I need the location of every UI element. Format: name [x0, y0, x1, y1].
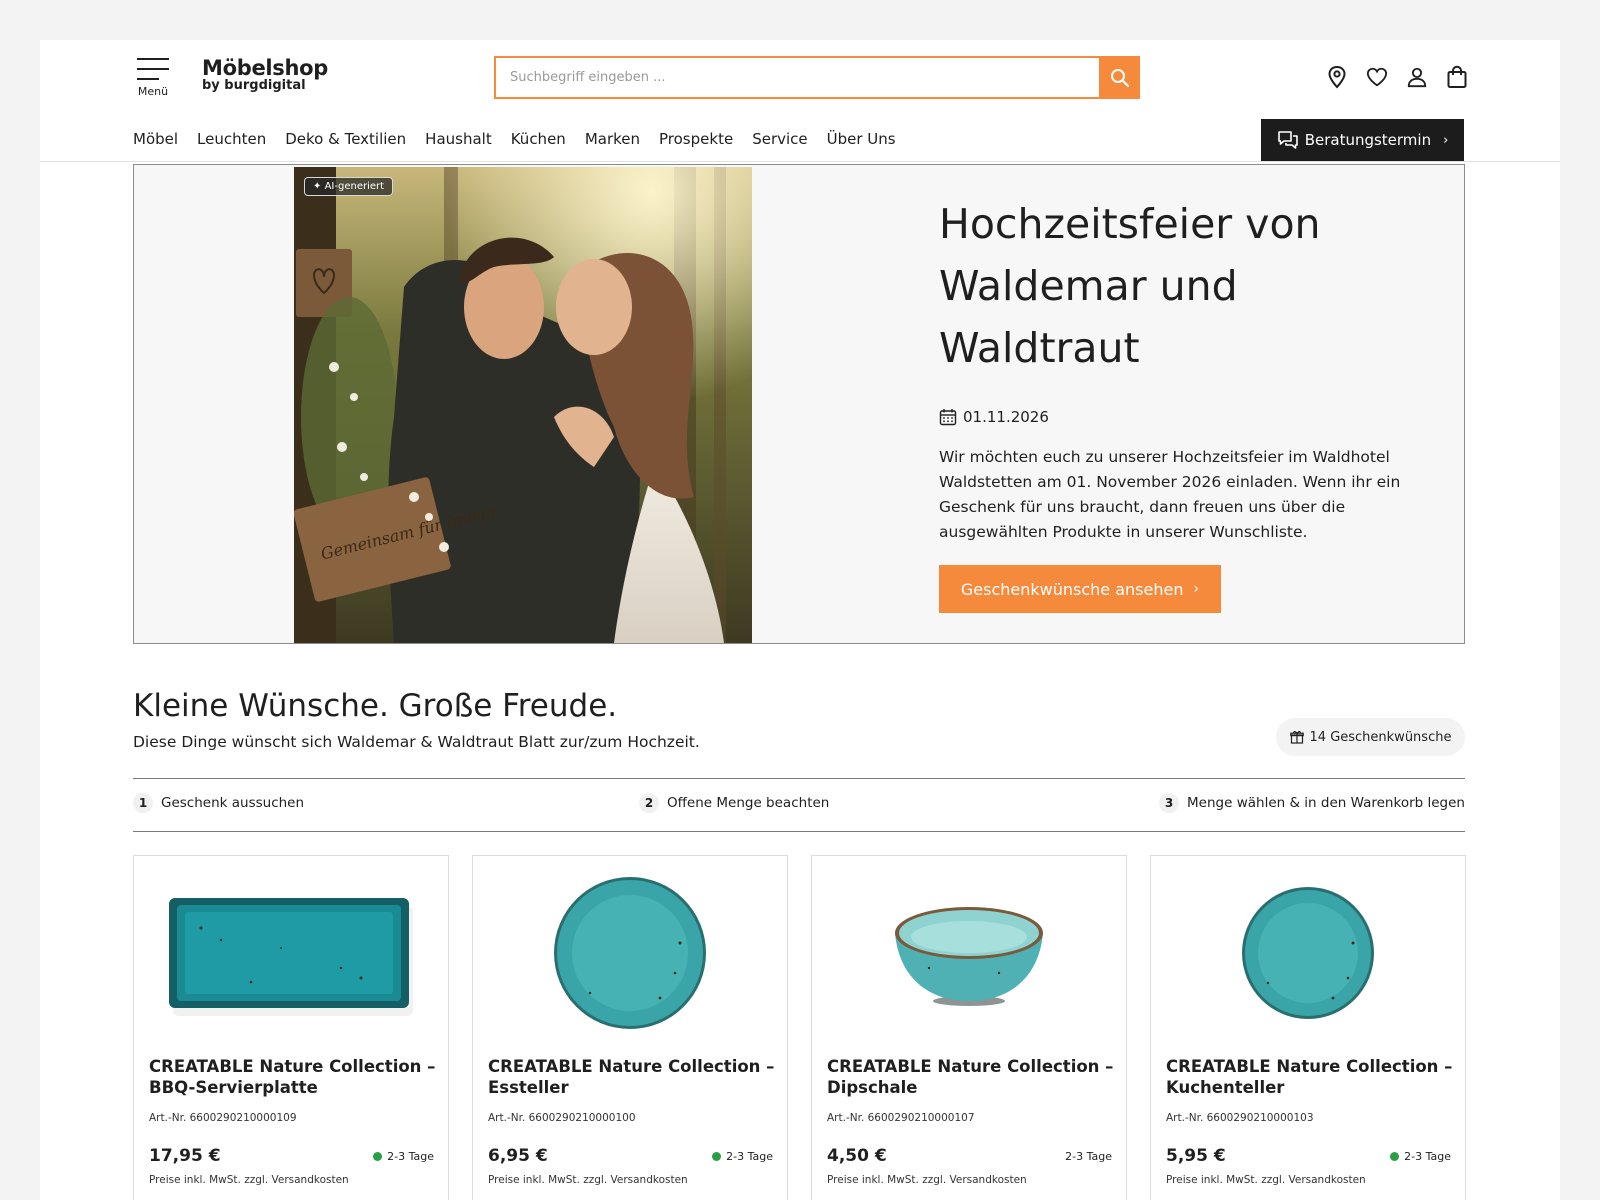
delivery-status: 2-3 Tage	[712, 1150, 773, 1163]
step-number: 2	[639, 793, 659, 813]
event-date-text: 01.11.2026	[963, 408, 1049, 426]
logo-subtitle: by burgdigital	[202, 78, 306, 93]
nav-item-ueber-uns[interactable]: Über Uns	[827, 130, 896, 148]
delivery-status: 2-3 Tage	[373, 1150, 434, 1163]
tax-note: Preise inkl. MwSt. zzgl. Versandkosten	[149, 1174, 349, 1186]
main-nav: Möbel Leuchten Deko & Textilien Haushalt…	[133, 130, 896, 148]
chevron-right-icon: ›	[1193, 581, 1200, 597]
ai-badge-label: AI-generiert	[324, 181, 385, 192]
step-3: 3 Menge wählen & in den Warenkorb legen	[1159, 793, 1465, 813]
delivery-time: 2-3 Tage	[387, 1150, 434, 1163]
search-button[interactable]	[1099, 56, 1140, 99]
product-name[interactable]: CREATABLE Nature Collection – Kuchentell…	[1166, 1056, 1456, 1098]
view-gifts-label: Geschenkwünsche ansehen	[960, 579, 1184, 599]
hero-title: Hochzeitsfeier von Waldemar und Waldtrau…	[939, 200, 1321, 372]
article-number: Art.-Nr. 6600290210000103	[1166, 1112, 1314, 1124]
sparkle-icon: ✦	[313, 181, 322, 192]
gift-count-label: 14 Geschenkwünsche	[1309, 729, 1452, 745]
search-bar	[494, 56, 1140, 99]
gift-icon	[1289, 731, 1304, 744]
nav-item-haushalt[interactable]: Haushalt	[425, 130, 492, 148]
location-icon[interactable]	[1326, 64, 1348, 90]
section-subtitle: Diese Dinge wünscht sich Waldemar & Wald…	[133, 733, 700, 751]
product-image-dinner-plate	[473, 868, 787, 1038]
nav-item-prospekte[interactable]: Prospekte	[659, 130, 733, 148]
nav-item-moebel[interactable]: Möbel	[133, 130, 178, 148]
logo-title: Möbelshop	[202, 56, 329, 80]
in-stock-dot-icon	[712, 1152, 722, 1161]
step-1: 1 Geschenk aussuchen	[133, 793, 304, 813]
step-label: Geschenk aussuchen	[161, 795, 305, 811]
article-number: Art.-Nr. 6600290210000107	[827, 1112, 975, 1124]
in-stock-dot-icon	[373, 1152, 383, 1161]
nav-item-leuchten[interactable]: Leuchten	[197, 130, 266, 148]
tax-note: Preise inkl. MwSt. zzgl. Versandkosten	[827, 1174, 1027, 1186]
wedding-photo: Gemeinsam für immer ✦ AI-generiert	[294, 167, 752, 643]
menu-button[interactable]: Menü	[133, 58, 173, 98]
step-2: 2 Offene Menge beachten	[639, 793, 829, 813]
tax-note: Preise inkl. MwSt. zzgl. Versandkosten	[488, 1174, 688, 1186]
product-card[interactable]: CREATABLE Nature Collection – BBQ-Servie…	[133, 855, 449, 1200]
product-name[interactable]: CREATABLE Nature Collection – Essteller	[488, 1056, 778, 1098]
search-icon	[1110, 68, 1129, 87]
hamburger-icon	[137, 58, 169, 80]
heart-icon[interactable]	[1366, 64, 1388, 90]
in-stock-dot-icon	[1390, 1152, 1400, 1161]
nav-item-marken[interactable]: Marken	[585, 130, 640, 148]
ai-generated-badge: ✦ AI-generiert	[304, 177, 394, 196]
chat-icon	[1277, 131, 1298, 149]
view-gifts-button[interactable]: Geschenkwünsche ansehen ›	[939, 565, 1221, 613]
delivery-status: 2-3 Tage	[1065, 1150, 1112, 1163]
article-number: Art.-Nr. 6600290210000109	[149, 1112, 297, 1124]
product-name[interactable]: CREATABLE Nature Collection – Dipschale	[827, 1056, 1117, 1098]
delivery-time: 2-3 Tage	[1065, 1150, 1112, 1163]
delivery-time: 2-3 Tage	[1404, 1150, 1451, 1163]
nav-item-deko-textilien[interactable]: Deko & Textilien	[285, 130, 406, 148]
step-number: 3	[1159, 793, 1180, 813]
delivery-time: 2-3 Tage	[726, 1150, 773, 1163]
product-price: 17,95 €	[149, 1146, 221, 1166]
consultation-button[interactable]: Beratungstermin ›	[1261, 119, 1464, 161]
product-image-bbq-platter	[134, 868, 448, 1038]
product-price: 5,95 €	[1166, 1146, 1226, 1166]
step-label: Offene Menge beachten	[667, 795, 830, 811]
header-icons	[1326, 64, 1468, 90]
hero-description: Wir möchten euch zu unserer Hochzeitsfei…	[939, 448, 1401, 541]
gift-count-badge: 14 Geschenkwünsche	[1276, 718, 1465, 756]
product-image-dip-bowl	[812, 868, 1126, 1038]
steps-bar: 1 Geschenk aussuchen 2 Offene Menge beac…	[133, 778, 1465, 832]
product-image-cake-plate	[1151, 868, 1465, 1038]
consultation-label: Beratungstermin	[1304, 131, 1432, 149]
product-card[interactable]: CREATABLE Nature Collection – Kuchentell…	[1150, 855, 1466, 1200]
menu-label: Menü	[137, 85, 169, 98]
delivery-status: 2-3 Tage	[1390, 1150, 1451, 1163]
section-title: Kleine Wünsche. Große Freude.	[133, 688, 618, 724]
product-price: 6,95 €	[488, 1146, 548, 1166]
page: Menü Möbelshop by burgdigital Suchbegrif…	[40, 40, 1560, 1200]
tax-note: Preise inkl. MwSt. zzgl. Versandkosten	[1166, 1174, 1366, 1186]
article-number: Art.-Nr. 6600290210000100	[488, 1112, 636, 1124]
wedding-hero: Gemeinsam für immer ✦ AI-generiert Hochz…	[133, 164, 1465, 644]
product-card[interactable]: CREATABLE Nature Collection – Essteller …	[472, 855, 788, 1200]
bag-icon[interactable]	[1446, 64, 1468, 90]
calendar-icon	[939, 409, 957, 426]
nav-item-service[interactable]: Service	[752, 130, 807, 148]
search-input[interactable]	[496, 58, 1086, 97]
product-name[interactable]: CREATABLE Nature Collection – BBQ-Servie…	[149, 1056, 439, 1098]
product-price: 4,50 €	[827, 1146, 887, 1166]
product-card[interactable]: CREATABLE Nature Collection – Dipschale …	[811, 855, 1127, 1200]
step-number: 1	[133, 793, 153, 813]
event-date: 01.11.2026	[939, 408, 1049, 426]
user-icon[interactable]	[1406, 64, 1428, 90]
nav-item-kuechen[interactable]: Küchen	[511, 130, 566, 148]
logo[interactable]: Möbelshop by burgdigital	[202, 56, 328, 93]
chevron-right-icon: ›	[1443, 132, 1449, 148]
step-label: Menge wählen & in den Warenkorb legen	[1187, 795, 1465, 811]
site-header: Menü Möbelshop by burgdigital Suchbegrif…	[40, 40, 1560, 162]
